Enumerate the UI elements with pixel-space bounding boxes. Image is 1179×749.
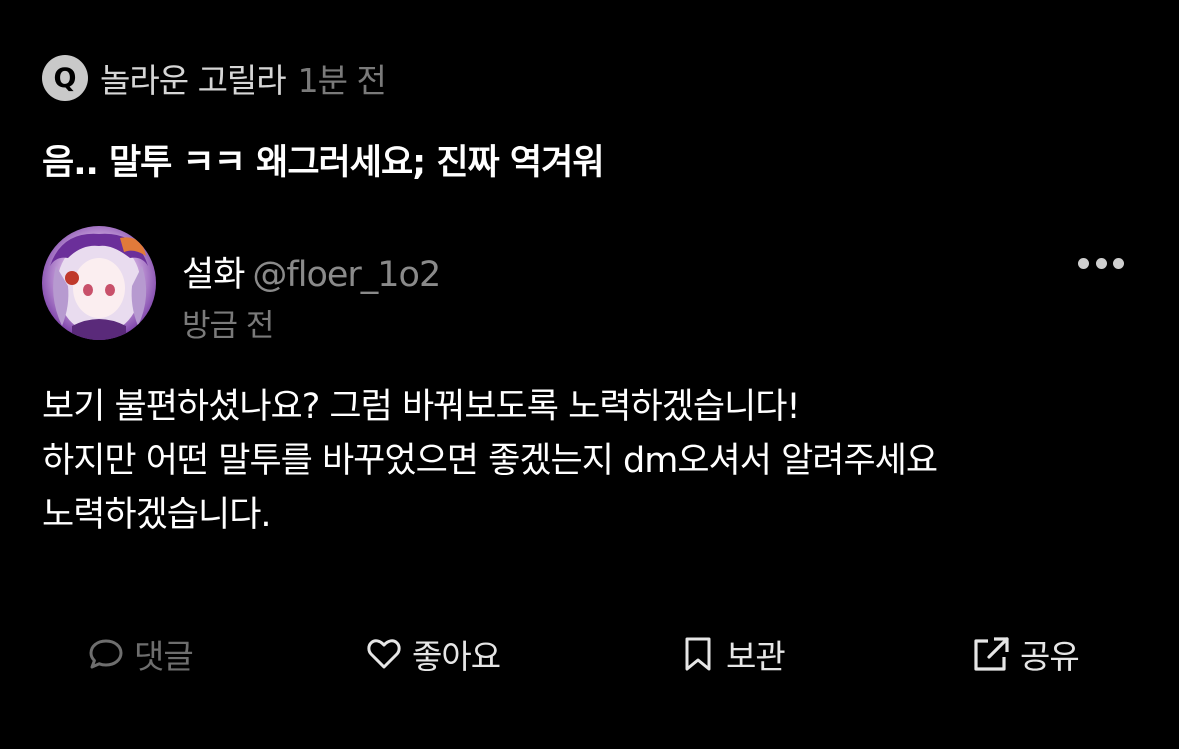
comment-button[interactable]: 댓글: [86, 628, 194, 680]
comment-label: 댓글: [134, 637, 194, 676]
question-header: Q 놀라운 고릴라 1분 전: [42, 54, 387, 102]
bookmark-icon: [685, 637, 711, 671]
question-badge: Q: [42, 55, 88, 101]
more-dot: [1095, 257, 1107, 269]
reply-body: 보기 불편하셨나요? 그럼 바꿔보도록 노력하겠습니다! 하지만 어떤 말투를 …: [42, 380, 1152, 542]
share-external-icon: [974, 637, 1009, 671]
share-button[interactable]: 공유: [970, 628, 1080, 680]
question-text: 음.. 말투 ㅋㅋ 왜그러세요; 진짜 역겨워: [42, 143, 605, 183]
reply-header: 설화 @floer_1o2: [182, 246, 441, 297]
like-label: 좋아요: [412, 637, 501, 676]
reply-time: 방금 전: [182, 308, 274, 344]
question-author[interactable]: 놀라운 고릴라: [100, 54, 287, 102]
action-bar: 댓글 좋아요 보관 공유: [0, 628, 1179, 680]
heart-icon: [367, 639, 401, 669]
more-dot: [1113, 257, 1124, 269]
reply-line: 보기 불편하셨나요? 그럼 바꿔보도록 노력하겠습니다!: [42, 387, 801, 427]
like-button[interactable]: 좋아요: [364, 628, 501, 680]
chat-bubble-icon: [89, 639, 123, 669]
more-options-icon[interactable]: [1078, 248, 1124, 278]
more-dot: [1078, 257, 1089, 269]
reply-author-handle[interactable]: @floer_1o2: [252, 255, 441, 295]
reply-line: 노력하겠습니다.: [42, 495, 272, 535]
question-time: 1분 전: [297, 61, 387, 100]
reply-line: 하지만 어떤 말투를 바꾸었으면 좋겠는지 dm오셔서 알려주세요: [42, 441, 938, 481]
avatar[interactable]: [42, 226, 156, 340]
save-button[interactable]: 보관: [678, 628, 786, 680]
share-label: 공유: [1020, 637, 1080, 676]
reply-author-name[interactable]: 설화: [182, 255, 245, 295]
avatar-illustration: [50, 233, 148, 340]
save-label: 보관: [726, 637, 786, 676]
